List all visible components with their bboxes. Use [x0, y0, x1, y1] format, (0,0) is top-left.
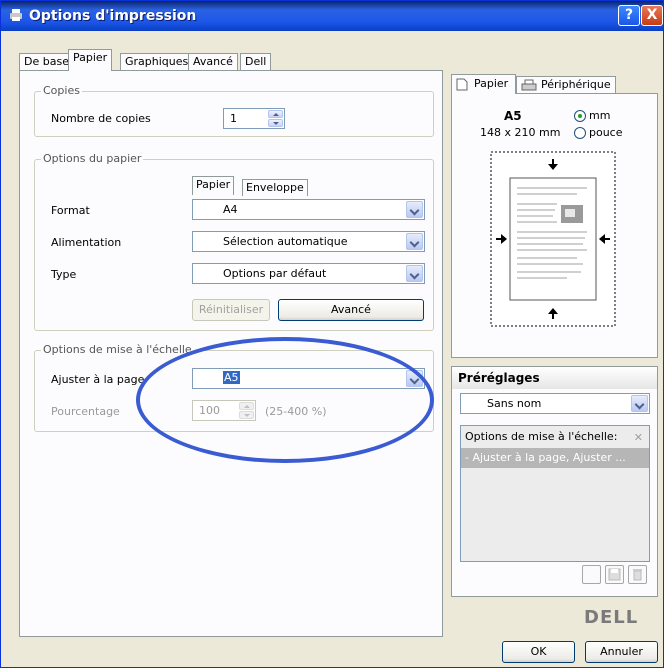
ok-button[interactable]: OK [502, 641, 575, 663]
delete-preset-button[interactable] [628, 565, 647, 584]
print-options-dialog: Options d'impression ? X De base Papier … [0, 0, 664, 668]
paper-size-name: A5 [504, 109, 522, 123]
copies-label: Nombre de copies [51, 112, 151, 125]
source-label: Alimentation [51, 236, 122, 249]
trash-icon [633, 569, 642, 581]
tab-preview-peripherique-label: Périphérique [541, 78, 611, 91]
chevron-down-icon[interactable] [631, 395, 648, 412]
percent-label: Pourcentage [51, 405, 120, 418]
unit-inch-label: pouce [589, 126, 623, 139]
subtab-papier[interactable]: Papier [192, 176, 235, 195]
new-preset-button[interactable] [582, 565, 601, 584]
tab-preview-peripherique[interactable]: Périphérique [516, 76, 616, 94]
source-value: Sélection automatique [223, 235, 348, 248]
highlight-annotation-oval [136, 337, 434, 463]
preset-list-item[interactable]: - Ajuster à la page, Ajuster ... [461, 448, 649, 468]
copies-up-button[interactable] [268, 110, 283, 118]
subtab-enveloppe[interactable]: Enveloppe [242, 179, 308, 196]
copies-down-button[interactable] [268, 119, 283, 127]
unit-inch-radio[interactable] [574, 127, 586, 139]
unit-mm-label: mm [589, 109, 611, 122]
preset-list-header: Options de mise à l'échelle: [461, 426, 649, 448]
window-title: Options d'impression [29, 8, 197, 24]
format-label: Format [51, 204, 90, 217]
type-select[interactable]: Options par défaut [192, 263, 425, 284]
chevron-down-icon[interactable] [406, 233, 423, 250]
copies-group-title: Copies [41, 84, 82, 97]
tab-avance[interactable]: Avancé [188, 53, 238, 70]
title-bar[interactable]: Options d'impression ? X [1, 1, 663, 31]
printer-icon [521, 79, 537, 91]
tab-preview-papier-label: Papier [474, 77, 509, 90]
unit-mm-radio[interactable] [574, 110, 586, 122]
preset-options-list: Options de mise à l'échelle: ✕ - Ajuster… [460, 425, 650, 562]
cancel-button[interactable]: Annuler [585, 641, 658, 663]
type-value: Options par défaut [223, 267, 327, 280]
advanced-button[interactable]: Avancé [278, 299, 424, 321]
copies-value: 1 [230, 112, 237, 125]
format-value: A4 [223, 203, 238, 216]
tab-papier[interactable]: Papier [68, 49, 113, 71]
reset-button[interactable]: Réinitialiser [192, 299, 270, 321]
copies-stepper[interactable]: 1 [223, 108, 285, 129]
presets-panel: Préréglages Sans nom Options de mise à l… [451, 366, 658, 597]
tab-de-base[interactable]: De base [19, 53, 74, 70]
fit-to-page-label: Ajuster à la page [51, 373, 145, 386]
tab-preview-papier[interactable]: Papier [451, 74, 516, 94]
printer-app-icon [10, 9, 22, 21]
paper-options-group: Options du papier Papier Enveloppe Forma… [34, 152, 434, 331]
page-preview-graphic [490, 151, 616, 327]
presets-selected-value: Sans nom [487, 397, 542, 410]
format-select[interactable]: A4 [192, 199, 425, 220]
page-icon [456, 78, 468, 91]
presets-select[interactable]: Sans nom [460, 393, 650, 414]
copies-group: Copies Nombre de copies 1 [34, 84, 434, 137]
save-icon [608, 568, 621, 581]
paper-size-dims: 148 x 210 mm [480, 126, 561, 139]
tab-graphiques[interactable]: Graphiques [120, 53, 194, 70]
scaling-group-title: Options de mise à l'échelle [41, 343, 194, 356]
close-button[interactable]: X [641, 5, 663, 26]
source-select[interactable]: Sélection automatique [192, 231, 425, 252]
presets-title: Préréglages [452, 367, 657, 389]
save-preset-button[interactable] [605, 565, 624, 584]
tab-dell[interactable]: Dell [240, 53, 272, 70]
chevron-down-icon[interactable] [406, 265, 423, 282]
help-button[interactable]: ? [618, 5, 640, 26]
remove-icon[interactable]: ✕ [634, 431, 643, 444]
chevron-down-icon[interactable] [406, 201, 423, 218]
paper-preview-panel: A5 148 x 210 mm mm pouce [451, 93, 658, 358]
type-label: Type [51, 268, 77, 281]
dell-logo: DELL [584, 607, 639, 628]
paper-options-title: Options du papier [41, 152, 144, 165]
